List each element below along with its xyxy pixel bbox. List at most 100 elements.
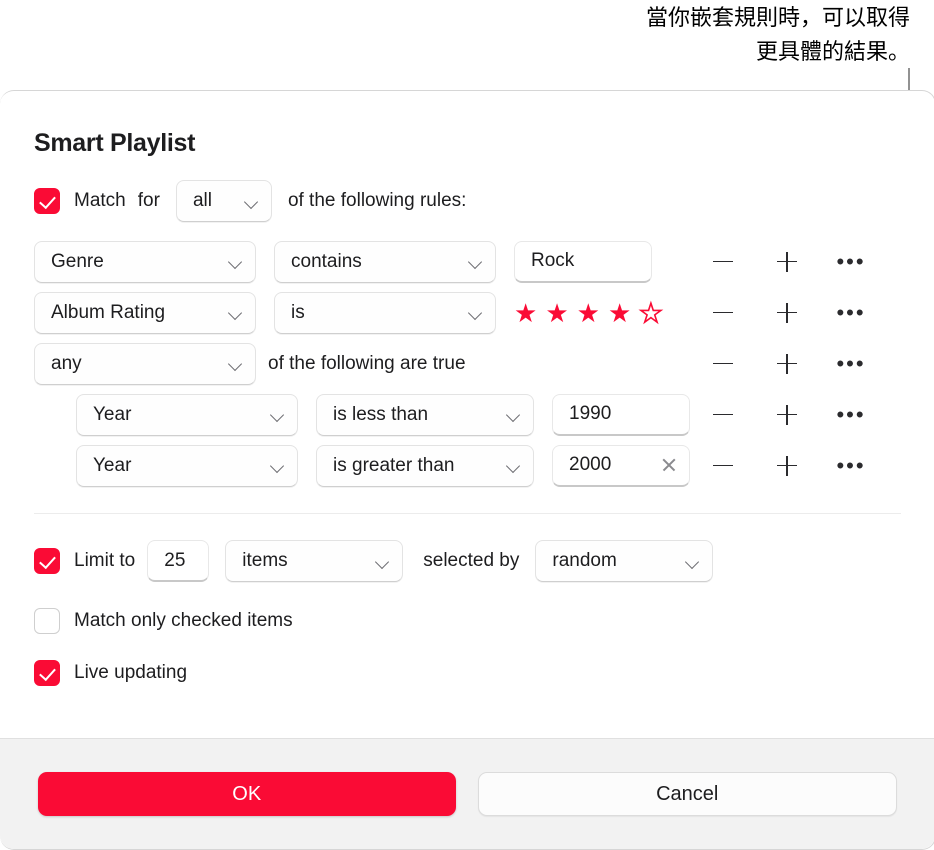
- ellipsis-icon: •••: [836, 350, 866, 376]
- match-type-select[interactable]: all: [175, 180, 272, 222]
- rule-more-button[interactable]: •••: [836, 452, 866, 480]
- limit-label: Limit to: [74, 550, 136, 571]
- rule-field-select[interactable]: Album Rating: [34, 291, 256, 334]
- add-rule-button[interactable]: [773, 248, 801, 276]
- group-label: of the following are true: [268, 352, 466, 374]
- rule-field-select[interactable]: Genre: [34, 240, 256, 283]
- selected-by-select[interactable]: random: [535, 540, 714, 582]
- rating-stars[interactable]: ★ ★ ★ ★ ★: [514, 299, 663, 327]
- rule-row: Genre contains Rock •••: [34, 236, 901, 287]
- rule-field-select[interactable]: Year: [76, 444, 298, 487]
- rule-row: Album Rating is ★ ★ ★ ★ ★ •••: [34, 287, 901, 338]
- add-rule-button[interactable]: [773, 299, 801, 327]
- live-updating-row[interactable]: Live updating: [34, 660, 901, 686]
- rule-operator-select[interactable]: is: [274, 291, 496, 334]
- rule-value-input[interactable]: 2000: [552, 444, 690, 487]
- chevron-down-icon: [271, 410, 285, 419]
- rule-row-buttons: •••: [709, 299, 865, 327]
- limit-unit-select[interactable]: items: [225, 540, 404, 582]
- limit-checkbox[interactable]: [34, 548, 60, 574]
- rule-field-value: Year: [93, 403, 132, 425]
- rule-operator-value: is greater than: [333, 454, 455, 476]
- rule-value-text: 1990: [569, 403, 612, 424]
- rule-operator-select[interactable]: is less than: [316, 393, 534, 436]
- rule-more-button[interactable]: •••: [836, 299, 866, 327]
- selected-by-label: selected by: [423, 550, 520, 571]
- remove-rule-button[interactable]: [709, 350, 737, 378]
- add-rule-button[interactable]: [773, 452, 801, 480]
- minus-icon: [713, 311, 733, 314]
- rule-field-select[interactable]: Year: [76, 393, 298, 436]
- chevron-down-icon: [686, 557, 700, 566]
- chevron-down-icon: [271, 461, 285, 470]
- rule-operator-value: is: [291, 301, 305, 323]
- star-filled-icon[interactable]: ★: [514, 300, 537, 326]
- clear-x-icon[interactable]: [661, 457, 677, 473]
- minus-icon: [713, 362, 733, 365]
- section-divider: [34, 513, 901, 514]
- rule-row-buttons: •••: [709, 248, 865, 276]
- limit-amount-value: 25: [164, 549, 186, 571]
- rule-operator-value: is less than: [333, 403, 429, 425]
- match-suffix-label: of the following rules:: [287, 190, 467, 211]
- minus-icon: [713, 464, 733, 467]
- ellipsis-icon: •••: [836, 248, 866, 274]
- selected-by-value: random: [552, 550, 617, 571]
- star-filled-icon[interactable]: ★: [608, 300, 631, 326]
- chevron-down-icon: [229, 257, 243, 266]
- match-checked-only-row[interactable]: Match only checked items: [34, 608, 901, 634]
- ellipsis-icon: •••: [836, 452, 866, 478]
- rule-operator-value: contains: [291, 250, 362, 272]
- rule-field-value: Year: [93, 454, 132, 476]
- ellipsis-icon: •••: [836, 401, 866, 427]
- match-row: Match for all of the following rules:: [34, 180, 901, 222]
- rule-value-text: 2000: [569, 454, 612, 475]
- cancel-button[interactable]: Cancel: [477, 772, 897, 816]
- rule-value-input[interactable]: 1990: [552, 393, 690, 436]
- match-checkbox[interactable]: [34, 188, 60, 214]
- chevron-down-icon: [229, 359, 243, 368]
- ellipsis-icon: •••: [836, 299, 866, 325]
- rule-more-button[interactable]: •••: [836, 248, 866, 276]
- rule-more-button[interactable]: •••: [836, 401, 866, 429]
- chevron-down-icon: [469, 308, 483, 317]
- nested-rule-row: Year is greater than 2000 •••: [34, 440, 901, 491]
- rule-field-value: Album Rating: [51, 301, 166, 323]
- nested-rule-row: Year is less than 1990 •••: [34, 389, 901, 440]
- group-match-value: any: [51, 352, 82, 374]
- star-filled-icon[interactable]: ★: [577, 300, 600, 326]
- match-checked-only-label: Match only checked items: [74, 610, 293, 631]
- group-match-select[interactable]: any: [34, 342, 256, 385]
- chevron-down-icon: [245, 197, 259, 206]
- remove-rule-button[interactable]: [709, 452, 737, 480]
- match-for-label: for: [137, 190, 160, 211]
- remove-rule-button[interactable]: [709, 299, 737, 327]
- match-type-value: all: [192, 190, 212, 211]
- chevron-down-icon: [376, 557, 390, 566]
- add-rule-button[interactable]: [773, 350, 801, 378]
- rule-row-buttons: •••: [709, 452, 865, 480]
- remove-rule-button[interactable]: [709, 401, 737, 429]
- chevron-down-icon: [507, 461, 521, 470]
- ok-button[interactable]: OK: [38, 772, 456, 816]
- chevron-down-icon: [507, 410, 521, 419]
- callout-annotation-text: 當你嵌套規則時，可以取得 更具體的結果。: [645, 6, 910, 66]
- rule-field-value: Genre: [51, 250, 104, 272]
- match-checked-only-checkbox[interactable]: [34, 608, 60, 634]
- limit-amount-input[interactable]: 25: [147, 540, 210, 582]
- live-updating-checkbox[interactable]: [34, 660, 60, 686]
- rule-more-button[interactable]: •••: [836, 350, 866, 378]
- rule-operator-select[interactable]: is greater than: [316, 444, 534, 487]
- rule-operator-select[interactable]: contains: [274, 240, 496, 283]
- limit-unit-value: items: [242, 550, 288, 571]
- limit-row: Limit to 25 items selected by random: [34, 540, 901, 582]
- star-empty-icon[interactable]: ★: [638, 299, 663, 327]
- rule-value-input[interactable]: Rock: [514, 240, 652, 283]
- chevron-down-icon: [229, 308, 243, 317]
- dialog-footer: OK Cancel: [0, 738, 934, 849]
- remove-rule-button[interactable]: [709, 248, 737, 276]
- rule-row-buttons: •••: [709, 401, 865, 429]
- star-filled-icon[interactable]: ★: [545, 300, 568, 326]
- chevron-down-icon: [469, 257, 483, 266]
- add-rule-button[interactable]: [773, 401, 801, 429]
